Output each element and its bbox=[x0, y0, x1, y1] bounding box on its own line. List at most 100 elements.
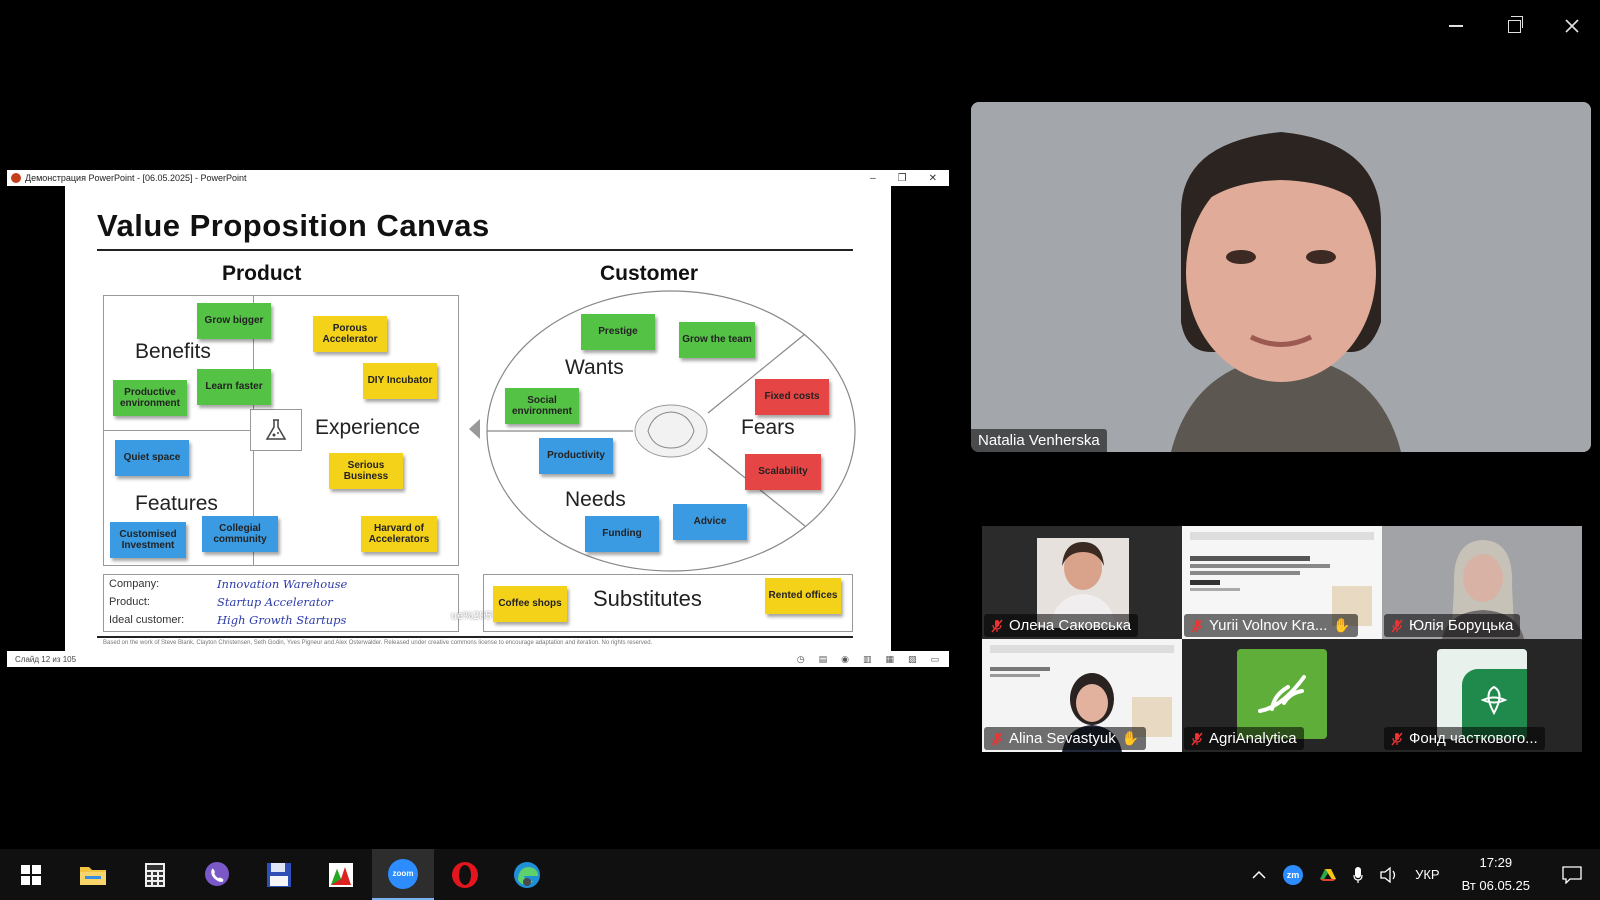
sorter-view-icon[interactable]: ▦ bbox=[885, 654, 894, 665]
clock-time: 17:29 bbox=[1479, 855, 1513, 871]
chevron-up-icon bbox=[1252, 870, 1266, 879]
flask-icon bbox=[250, 409, 302, 451]
note-serious-business: Serious Business bbox=[329, 453, 403, 489]
folder-icon bbox=[80, 866, 106, 885]
participant-name: Олена Саковська bbox=[1009, 617, 1132, 634]
drive-tray-button[interactable] bbox=[1311, 868, 1345, 882]
zoom-view-icon[interactable]: ◉ bbox=[841, 654, 849, 665]
volume-icon bbox=[1380, 866, 1396, 883]
note-rented-offices: Rented offices bbox=[765, 578, 841, 614]
chart-app-icon bbox=[329, 862, 353, 887]
participant-name: Фонд часткового... bbox=[1409, 730, 1538, 747]
participant-name-tag: Yurii Volnov Kra... ✋ bbox=[1184, 614, 1358, 637]
speaker-name: Natalia Venherska bbox=[978, 432, 1100, 449]
participant-name-tag: Alina Sevastyuk ✋ bbox=[984, 727, 1147, 750]
product-label: Product: bbox=[109, 596, 150, 608]
participant-name-tag: Фонд часткового... bbox=[1384, 727, 1545, 750]
slide: Value Proposition Canvas Product Custome… bbox=[65, 186, 891, 651]
raised-hand-icon: ✋ bbox=[1333, 617, 1351, 633]
system-tray: zm УКР 17:29 Вт 06.05.25 bbox=[1243, 849, 1600, 900]
zoom-tray-button[interactable]: zm bbox=[1275, 864, 1311, 885]
brain-icon bbox=[637, 414, 701, 450]
product-divider bbox=[103, 430, 253, 431]
edge-button[interactable] bbox=[496, 849, 558, 900]
note-diy-incubator: DIY Incubator bbox=[363, 363, 437, 399]
note-learn-faster: Learn faster bbox=[197, 369, 271, 405]
slide-counter: Слайд 12 из 105 bbox=[15, 654, 77, 664]
participant-name: AgriAnalytica bbox=[1209, 730, 1297, 747]
slide-footnote: Based on the work of Steve Blank, Clayto… bbox=[103, 640, 653, 646]
opera-icon bbox=[452, 861, 478, 888]
note-advice: Advice bbox=[673, 504, 747, 540]
fund-logo bbox=[1437, 649, 1527, 739]
features-label: Features bbox=[135, 492, 218, 515]
wants-label: Wants bbox=[565, 356, 624, 379]
powerpoint-statusbar: Слайд 12 из 105 ◷ ▤ ◉ ▥ ▦ ▧ ▭ bbox=[7, 651, 949, 667]
participant-name: Юлія Боруцька bbox=[1409, 617, 1514, 634]
note-coffee-shops: Coffee shops bbox=[493, 586, 567, 622]
slide-area: Value Proposition Canvas Product Custome… bbox=[7, 186, 949, 651]
file-explorer-button[interactable] bbox=[62, 849, 124, 900]
experience-label: Experience bbox=[315, 416, 421, 439]
speaker-video-frame bbox=[971, 102, 1591, 452]
opera-button[interactable] bbox=[434, 849, 496, 900]
participant-tile[interactable]: Alina Sevastyuk ✋ bbox=[982, 639, 1182, 752]
pp-minimize-icon[interactable]: – bbox=[870, 173, 876, 184]
save-app-button[interactable] bbox=[248, 849, 310, 900]
ideal-customer-value: High Growth Startups bbox=[217, 613, 347, 627]
slideshow-view-icon[interactable]: ▭ bbox=[930, 654, 939, 665]
clock[interactable]: 17:29 Вт 06.05.25 bbox=[1448, 852, 1544, 896]
participant-tile[interactable]: Фонд часткового... bbox=[1382, 639, 1582, 752]
windows-taskbar: zoom zm УКР 17:29 Вт 06.05.25 bbox=[0, 849, 1600, 900]
notifications-button[interactable] bbox=[1544, 865, 1600, 884]
normal-view-icon[interactable]: ▤ bbox=[819, 654, 828, 665]
drive-icon bbox=[1320, 868, 1337, 881]
pp-close-icon[interactable]: ✕ bbox=[929, 173, 937, 184]
restore-button[interactable] bbox=[1494, 10, 1534, 42]
start-button[interactable] bbox=[0, 849, 62, 900]
note-quiet-space: Quiet space bbox=[115, 440, 189, 476]
edge-icon bbox=[514, 861, 540, 888]
product-heading: Product bbox=[222, 262, 302, 285]
zoom-tray-icon: zm bbox=[1283, 864, 1304, 885]
leaf-icon bbox=[1480, 685, 1508, 716]
fears-label: Fears bbox=[741, 416, 795, 439]
restore-icon bbox=[1507, 15, 1523, 33]
shared-screen[interactable]: Демонстрация PowerPoint - [06.05.2025] -… bbox=[7, 170, 949, 667]
outline-view-icon[interactable]: ▥ bbox=[863, 654, 872, 665]
note-grow-the-team: Grow the team bbox=[679, 322, 755, 358]
calculator-button[interactable] bbox=[124, 849, 186, 900]
speaker-name-tag: Natalia Venherska bbox=[971, 429, 1107, 452]
note-customised-investment: Customised Investment bbox=[110, 522, 186, 558]
microphone-icon bbox=[1353, 866, 1363, 883]
title-divider bbox=[97, 249, 853, 251]
company-value: Innovation Warehouse bbox=[217, 577, 348, 591]
zoom-meeting-window: Демонстрация PowerPoint - [06.05.2025] -… bbox=[0, 0, 1600, 900]
reading-view-icon[interactable]: ▧ bbox=[908, 654, 917, 665]
language-indicator[interactable]: УКР bbox=[1407, 867, 1448, 882]
participant-tile[interactable]: Юлія Боруцька bbox=[1382, 526, 1582, 639]
zoom-icon: zoom bbox=[388, 858, 418, 889]
muted-mic-icon bbox=[1191, 732, 1203, 745]
active-speaker-video[interactable]: Natalia Venherska bbox=[971, 102, 1591, 452]
note-prestige: Prestige bbox=[581, 314, 655, 350]
notes-view-icon[interactable]: ◷ bbox=[797, 654, 805, 665]
viber-button[interactable] bbox=[186, 849, 248, 900]
participant-tile[interactable]: Yurii Volnov Kra... ✋ bbox=[1182, 526, 1382, 639]
chart-app-button[interactable] bbox=[310, 849, 372, 900]
muted-mic-icon bbox=[991, 732, 1003, 745]
note-productivity: Productivity bbox=[539, 438, 613, 474]
agrianalytica-logo bbox=[1237, 649, 1327, 739]
close-button[interactable] bbox=[1552, 10, 1592, 42]
minimize-button[interactable] bbox=[1436, 10, 1476, 42]
microphone-tray-button[interactable] bbox=[1345, 866, 1371, 884]
participant-name: Yurii Volnov Kra... bbox=[1209, 617, 1328, 634]
muted-mic-icon bbox=[1191, 619, 1203, 632]
show-hidden-icons-button[interactable] bbox=[1243, 870, 1275, 880]
participant-gallery: Олена Саковська Yurii Volnov Kra... ✋ Юл… bbox=[982, 526, 1582, 752]
participant-tile[interactable]: Олена Саковська bbox=[982, 526, 1182, 639]
participant-tile[interactable]: AgriAnalytica bbox=[1182, 639, 1382, 752]
volume-tray-button[interactable] bbox=[1371, 866, 1407, 883]
zoom-taskbar-button[interactable]: zoom bbox=[372, 849, 434, 900]
pp-restore-icon[interactable]: ❐ bbox=[898, 173, 907, 184]
